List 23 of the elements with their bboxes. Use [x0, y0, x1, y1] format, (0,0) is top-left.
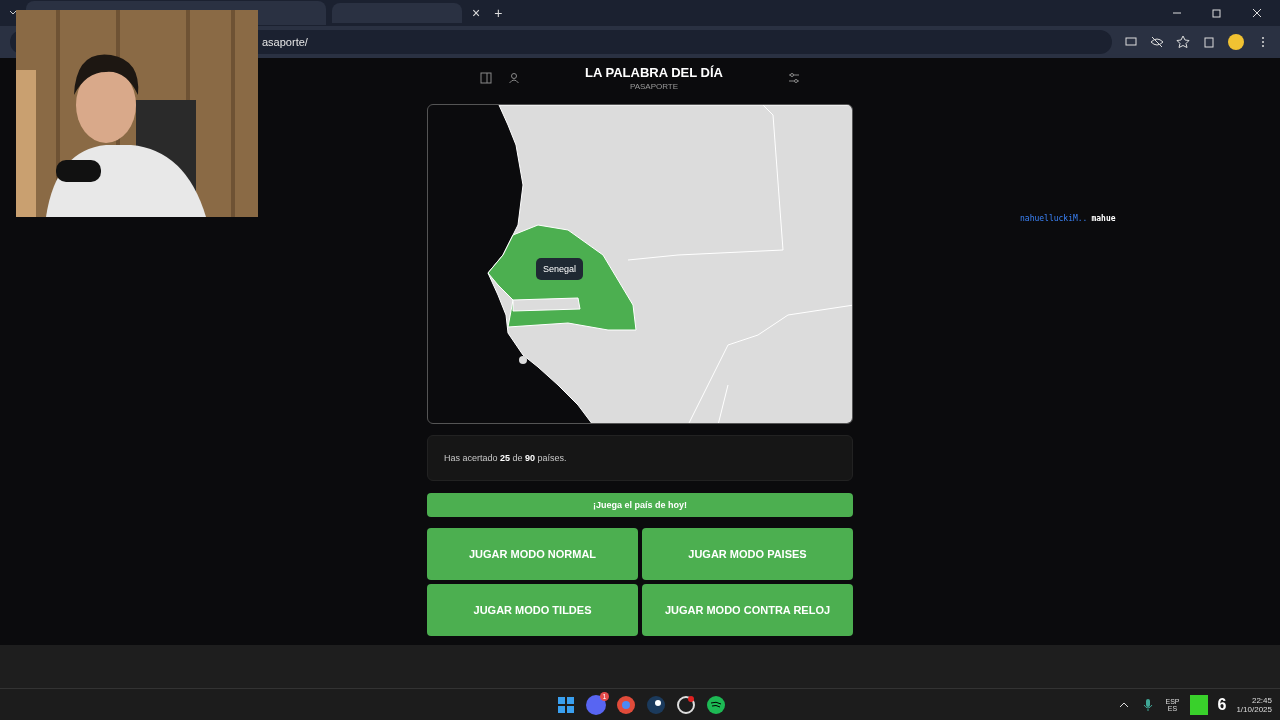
- chat-username: nahuelluckiM..: [1020, 214, 1088, 223]
- browser-icon[interactable]: [616, 694, 636, 715]
- country-tooltip: Senegal: [536, 258, 584, 280]
- chat-message: mahue: [1091, 214, 1116, 223]
- music-icon[interactable]: [706, 694, 726, 715]
- recorder-icon[interactable]: [676, 694, 696, 715]
- restore-icon[interactable]: [1210, 6, 1224, 20]
- page-title: LA PALABRA DEL DÍA: [585, 65, 723, 80]
- page-subtitle: PASAPORTE: [629, 82, 679, 91]
- sidebar-icon[interactable]: [480, 72, 492, 84]
- clock-time[interactable]: 22:45: [1251, 695, 1272, 705]
- star-icon[interactable]: [1176, 35, 1190, 49]
- score-text: Has acertado 25 de 90 países.: [444, 453, 567, 463]
- settings-icon[interactable]: [788, 72, 800, 84]
- new-tab-button[interactable]: +: [490, 5, 507, 21]
- tab-close-button[interactable]: ×: [468, 5, 485, 21]
- user-icon[interactable]: [508, 72, 520, 84]
- eye-slash-icon[interactable]: [1150, 35, 1164, 49]
- profile-avatar[interactable]: [1228, 34, 1244, 50]
- counter-text: 6: [1217, 695, 1227, 714]
- windows-icon[interactable]: [556, 694, 576, 715]
- close-icon[interactable]: [1250, 6, 1264, 20]
- clock-date[interactable]: 1/10/2025: [1236, 704, 1272, 714]
